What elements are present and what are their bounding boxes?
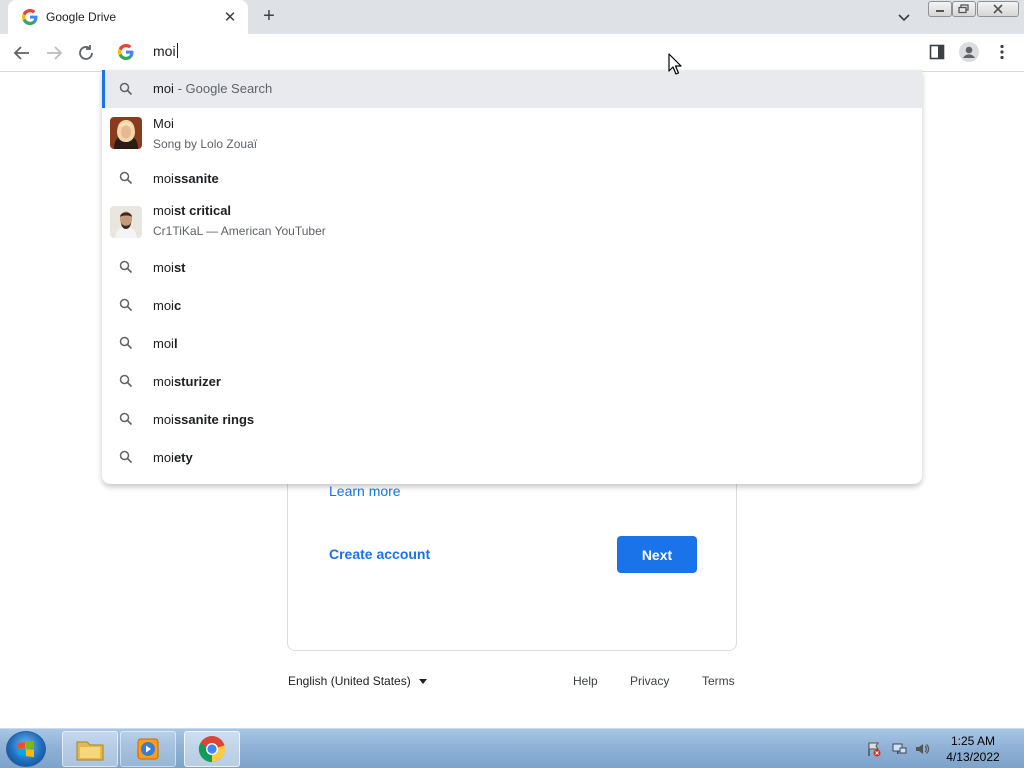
suggestion-row-search[interactable]: moi - Google Search (102, 70, 922, 108)
suggestion-completion: ssanite (173, 171, 219, 186)
suggestion-row-search[interactable]: moil (102, 324, 922, 362)
suggestion-row-search[interactable]: moisturizer (102, 362, 922, 400)
tab-close-icon[interactable]: ✕ (222, 9, 238, 26)
windows-taskbar: 1:25 AM 4/13/2022 (0, 728, 1024, 768)
media-player-icon (137, 738, 159, 760)
forward-arrow-icon[interactable] (43, 42, 65, 64)
window-restore-button[interactable] (952, 1, 976, 17)
caret-down-icon (418, 678, 427, 684)
privacy-link[interactable]: Privacy (630, 674, 669, 688)
google-g-icon (118, 44, 134, 60)
suggestion-completion: sturizer (173, 374, 221, 389)
action-center-flag-icon[interactable] (866, 741, 882, 757)
suggestion-prefix: moi (153, 450, 174, 465)
omnibox-text: moi (153, 43, 176, 59)
taskbar-media-player[interactable] (120, 731, 176, 767)
close-x-icon (993, 4, 1003, 14)
text-caret (176, 43, 178, 58)
network-icon[interactable] (891, 741, 907, 757)
window-minimize-button[interactable] (928, 1, 952, 17)
suggestion-row-search[interactable]: moiety (102, 438, 922, 476)
suggestion-row-entity[interactable]: Moi Song by Lolo Zouaï (102, 108, 922, 160)
language-selector[interactable]: English (United States) (288, 674, 427, 688)
search-icon (119, 412, 133, 426)
profile-avatar-icon[interactable] (959, 42, 979, 62)
tab-strip: Google Drive ✕ + (0, 0, 1024, 34)
suggestion-completion: st critical (173, 203, 232, 218)
omnibox[interactable] (102, 34, 922, 71)
suggestion-completion: st (173, 260, 186, 275)
help-link[interactable]: Help (573, 674, 598, 688)
suggestion-title: Moi (153, 116, 174, 131)
suggestion-separator: - (173, 81, 186, 96)
suggestion-prefix: moi (153, 203, 174, 218)
mouse-pointer-icon (668, 53, 682, 75)
new-tab-button[interactable]: + (259, 6, 279, 27)
lolo-zouai-thumbnail (110, 117, 142, 149)
google-favicon-icon (22, 9, 38, 25)
taskbar-google-chrome[interactable] (184, 731, 240, 767)
minimize-icon (936, 10, 944, 12)
back-arrow-icon[interactable] (11, 42, 33, 64)
start-button[interactable] (6, 731, 46, 767)
suggestion-hint: Google Search (185, 81, 273, 96)
tab-title: Google Drive (46, 10, 117, 24)
suggestion-row-search[interactable]: moissanite rings (102, 400, 922, 438)
suggestion-completion: ety (173, 450, 193, 465)
suggestion-subtitle: Cr1TiKaL — American YouTuber (153, 224, 326, 238)
learn-more-link[interactable]: Learn more (329, 483, 401, 499)
suggestion-row-search[interactable]: moist (102, 248, 922, 286)
suggestion-row-search[interactable]: moissanite (102, 160, 922, 196)
browser-toolbar: moi (0, 34, 1024, 72)
create-account-button[interactable]: Create account (329, 546, 430, 562)
terms-link[interactable]: Terms (702, 674, 735, 688)
language-label: English (United States) (288, 674, 411, 688)
suggestion-prefix: moi (153, 412, 174, 427)
kebab-menu-icon[interactable] (997, 44, 1007, 60)
search-icon (119, 82, 133, 96)
search-icon (119, 450, 133, 464)
suggestion-completion: l (173, 336, 178, 351)
search-icon (119, 171, 133, 185)
suggestion-prefix: moi (153, 374, 174, 389)
suggestion-prefix: moi (153, 260, 174, 275)
search-icon (119, 260, 133, 274)
suggestion-completion: ssanite rings (173, 412, 255, 427)
suggestion-subtitle: Song by Lolo Zouaï (153, 137, 258, 151)
search-icon (119, 374, 133, 388)
page-footer: English (United States) Help Privacy Ter… (287, 674, 737, 690)
search-icon (119, 298, 133, 312)
tab-google-drive[interactable]: Google Drive ✕ (8, 0, 248, 34)
suggestion-row-entity[interactable]: moist critical Cr1TiKaL — American YouTu… (102, 196, 922, 248)
suggestion-row-search[interactable]: moic (102, 286, 922, 324)
search-icon (119, 336, 133, 350)
folder-icon (76, 741, 104, 761)
omnibox-input[interactable]: moi (153, 43, 178, 59)
suggestion-completion: c (173, 298, 182, 313)
omnibox-suggestions-dropdown: moi - Google Search Moi Song by Lolo Zou… (102, 70, 922, 484)
windows-logo-icon (18, 740, 34, 758)
reload-icon[interactable] (75, 42, 97, 64)
volume-icon[interactable] (914, 741, 930, 757)
critikal-thumbnail (110, 206, 142, 238)
taskbar-windows-explorer[interactable] (62, 731, 118, 767)
next-button[interactable]: Next (617, 536, 697, 573)
restore-icon (958, 4, 969, 14)
system-clock[interactable]: 1:25 AM 4/13/2022 (940, 733, 1006, 765)
side-panel-icon[interactable] (929, 44, 945, 60)
suggestion-prefix: moi (153, 336, 174, 351)
chrome-icon (198, 736, 226, 763)
clock-date: 4/13/2022 (946, 750, 1000, 764)
window-close-button[interactable] (977, 1, 1019, 17)
tab-search-chevron-icon[interactable] (896, 9, 912, 25)
suggestion-prefix: moi (153, 171, 174, 186)
clock-time: 1:25 AM (950, 734, 996, 748)
suggestion-query: moi (153, 81, 174, 96)
suggestion-prefix: moi (153, 298, 174, 313)
